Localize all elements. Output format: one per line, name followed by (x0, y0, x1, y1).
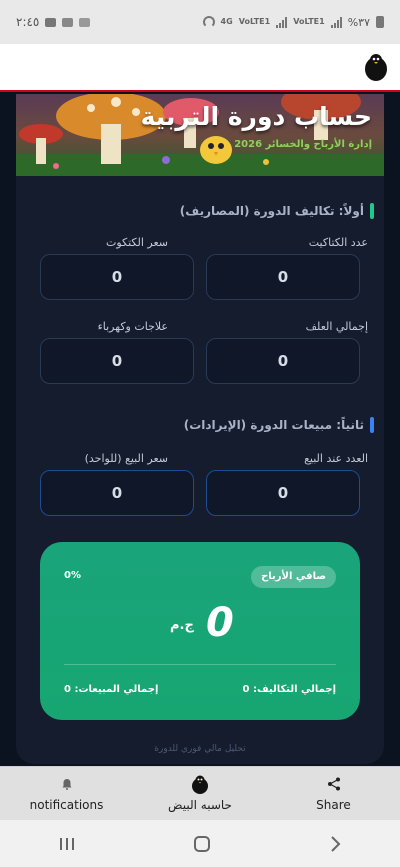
feed-total-input[interactable]: 0 (206, 338, 360, 384)
nav-egg-calculator[interactable]: حاسبه البيض (134, 767, 267, 820)
main-card: حساب دورة التربية إدارة الأرباح والخسائر… (16, 94, 384, 764)
chick-egg-icon (192, 775, 208, 794)
sales-section-title: ثانياً: مبيعات الدورة (الإيرادات) (184, 417, 375, 433)
chick-egg-icon (365, 54, 387, 81)
unit-price-input[interactable]: 0 (40, 470, 194, 516)
back-icon[interactable] (328, 835, 342, 853)
signal-icon-2 (330, 16, 342, 28)
unit-price-label: سعر البيع (للواحد) (84, 452, 168, 465)
net-profit-badge: صافي الأرباح (251, 566, 336, 588)
battery-text: %٣٧ (347, 15, 370, 29)
recents-icon[interactable] (58, 836, 76, 852)
meds-electric-input[interactable]: 0 (40, 338, 194, 384)
folder-icon (79, 17, 91, 27)
nav-egg-calculator-label: حاسبه البيض (168, 798, 232, 812)
status-bar: ٢:٤٥ 4G VoLTE1 VoLTE1 %٣٧ (0, 0, 400, 44)
chick-price-label: سعر الكتكوت (105, 236, 168, 249)
home-icon[interactable] (193, 835, 211, 853)
page-subtitle: إدارة الأرباح والخسائر 2026 (234, 139, 372, 150)
profit-card: صافي الأرباح 0% 0 ج.م إجمالي التكاليف: 0… (40, 542, 360, 720)
hotspot-icon (202, 16, 215, 28)
battery-icon (376, 16, 384, 28)
profit-divider (64, 664, 336, 665)
analysis-footnote: تحليل مالي فوري للدورة (154, 744, 246, 754)
gallery-icon (45, 17, 57, 27)
share-icon (327, 777, 340, 791)
status-left-icons: ٢:٤٥ (16, 15, 91, 29)
chick-price-input[interactable]: 0 (40, 254, 194, 300)
network-label-1: VoLTE1 (293, 17, 325, 26)
app-logo[interactable] (352, 44, 400, 90)
profit-percent: 0% (64, 570, 81, 581)
bottom-nav: notifications حاسبه البيض Share (0, 766, 400, 820)
hero-banner: حساب دورة التربية إدارة الأرباح والخسائر… (16, 94, 384, 176)
page-title: حساب دورة التربية (140, 102, 372, 131)
nav-notifications[interactable]: notifications (0, 767, 133, 820)
feed-total-label: إجمالي العلف (305, 320, 368, 333)
currency-label: ج.م (170, 618, 194, 633)
chicks-count-input[interactable]: 0 (206, 254, 360, 300)
chicks-count-label: عدد الكتاكيت (308, 236, 368, 249)
costs-section-title: أولاً: تكاليف الدورة (المصاريف) (180, 203, 375, 219)
status-right-icons: 4G VoLTE1 VoLTE1 %٣٧ (202, 15, 384, 29)
system-nav-bar (0, 820, 400, 867)
network-label-2: VoLTE1 (238, 17, 271, 26)
meds-electric-label: علاجات وكهرباء (97, 320, 168, 333)
network-label-3: 4G (220, 17, 233, 26)
clock: ٢:٤٥ (16, 15, 40, 29)
app-bar (0, 44, 400, 92)
nav-share[interactable]: Share (267, 767, 400, 820)
total-sales: إجمالي المبيعات: 0 (64, 684, 159, 695)
signal-icon (276, 16, 288, 28)
bell-icon (62, 779, 71, 790)
sold-count-label: العدد عند البيع (304, 452, 368, 465)
nav-share-label: Share (316, 798, 351, 812)
youtube-icon (62, 17, 74, 27)
sold-count-input[interactable]: 0 (206, 470, 360, 516)
total-costs: إجمالي التكاليف: 0 (242, 684, 336, 695)
net-profit-amount: 0 (206, 600, 234, 646)
nav-notifications-label: notifications (29, 798, 104, 812)
